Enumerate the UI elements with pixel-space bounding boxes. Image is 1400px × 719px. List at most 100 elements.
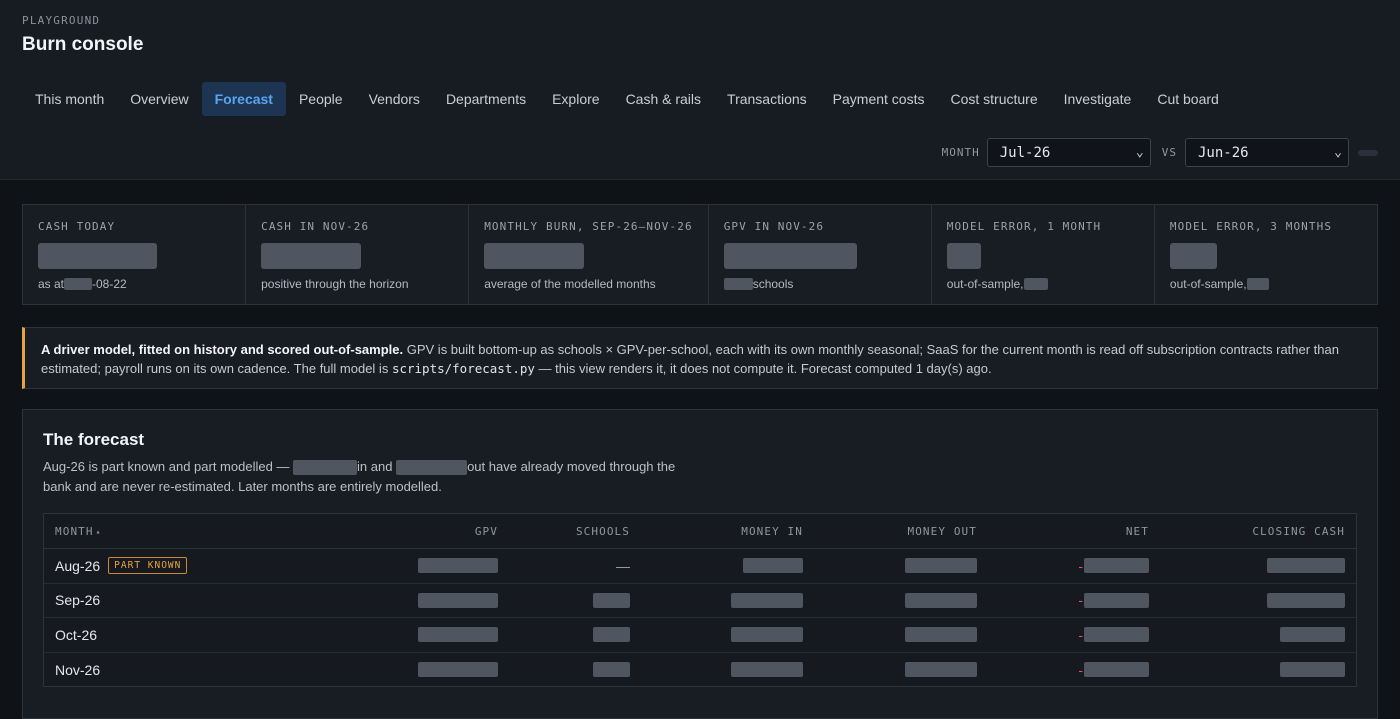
compare-month-select[interactable]: Jun-26 ⌄ bbox=[1185, 138, 1349, 167]
redacted-value bbox=[418, 558, 498, 574]
col-closing-cash: CLOSING CASH bbox=[1252, 524, 1345, 538]
row-month: Oct-26 bbox=[44, 627, 344, 643]
redacted-value bbox=[418, 627, 498, 643]
metric-card-cash-today: CASH TODAY as at -08-22 bbox=[23, 205, 247, 304]
options-toggle[interactable] bbox=[1358, 149, 1378, 156]
cell-money-in bbox=[630, 558, 803, 574]
redacted-value bbox=[731, 627, 803, 643]
negative-sign: - bbox=[1078, 592, 1083, 609]
tab-cash-rails[interactable]: Cash & rails bbox=[613, 82, 714, 116]
metric-value-redacted bbox=[723, 243, 857, 269]
metric-subtext: positive through the horizon bbox=[261, 277, 409, 291]
cell-money-in bbox=[630, 662, 803, 678]
negative-sign: - bbox=[1078, 557, 1083, 574]
redacted-value bbox=[418, 662, 498, 678]
cell-money-in bbox=[630, 627, 803, 643]
metric-subtext-post: schools bbox=[752, 277, 794, 291]
month-select-value: Jul-26 bbox=[999, 144, 1051, 161]
redacted-value bbox=[905, 662, 977, 678]
col-gpv: GPV bbox=[474, 524, 498, 538]
tab-cut-board[interactable]: Cut board bbox=[1144, 82, 1231, 116]
redacted-money-in bbox=[293, 460, 358, 476]
note-body-2: — this view renders it, it does not comp… bbox=[534, 361, 992, 376]
metric-value-redacted bbox=[261, 243, 362, 269]
cell-money-out bbox=[803, 592, 977, 608]
row-month-label: Oct-26 bbox=[55, 626, 98, 643]
col-money-in: MONEY IN bbox=[741, 524, 803, 538]
cell-money-out bbox=[803, 662, 977, 678]
redacted-value bbox=[731, 662, 803, 678]
tab-departments[interactable]: Departments bbox=[433, 82, 539, 116]
metric-cards: CASH TODAY as at -08-22 CASH IN NOV-26 p… bbox=[22, 204, 1378, 305]
negative-sign: - bbox=[1078, 626, 1083, 643]
metric-subtext-pre: out-of-sample, bbox=[946, 277, 1024, 291]
month-filters: MONTH Jul-26 ⌄ VS Jun-26 ⌄ bbox=[942, 138, 1378, 167]
cell-gpv bbox=[344, 592, 498, 608]
cell-closing-cash bbox=[1149, 592, 1345, 608]
tab-explore[interactable]: Explore bbox=[539, 82, 612, 116]
forecast-title: The forecast bbox=[43, 430, 145, 449]
metric-subtext-pre: out-of-sample, bbox=[1169, 277, 1247, 291]
cell-closing-cash bbox=[1149, 558, 1345, 574]
model-note: A driver model, fitted on history and sc… bbox=[22, 327, 1378, 389]
tab-transactions[interactable]: Transactions bbox=[714, 82, 820, 116]
metric-label: GPV IN NOV-26 bbox=[723, 220, 825, 233]
app-header: PLAYGROUND Burn console This month Overv… bbox=[0, 0, 1400, 180]
col-month-label: MONTH bbox=[55, 524, 94, 538]
redacted-value bbox=[1267, 592, 1345, 608]
metric-subtext: out-of-sample, bbox=[947, 277, 1139, 291]
redacted-money-out bbox=[396, 460, 468, 476]
redacted-year bbox=[64, 278, 93, 290]
metric-subtext: out-of-sample, bbox=[1170, 277, 1362, 291]
redacted-value bbox=[1084, 662, 1149, 678]
row-month-label: Nov-26 bbox=[55, 661, 101, 678]
row-month-label: Sep-26 bbox=[55, 592, 101, 609]
tab-forecast[interactable]: Forecast bbox=[201, 82, 286, 116]
tab-payment-costs[interactable]: Payment costs bbox=[820, 82, 938, 116]
cell-money-out bbox=[803, 558, 977, 574]
page-title: Burn console bbox=[22, 34, 144, 55]
row-month: Aug-26 PART KNOWN bbox=[44, 557, 344, 575]
metric-subtext: schools bbox=[723, 277, 916, 291]
tab-vendors[interactable]: Vendors bbox=[356, 82, 433, 116]
metric-label: CASH TODAY bbox=[38, 220, 116, 233]
redacted-value bbox=[1023, 278, 1048, 290]
col-net: NET bbox=[1125, 524, 1149, 538]
compare-month-select-value: Jun-26 bbox=[1198, 144, 1249, 161]
redacted-value bbox=[593, 627, 630, 643]
metric-value-redacted bbox=[1169, 243, 1217, 269]
redacted-school-count bbox=[723, 278, 753, 290]
metric-label: MODEL ERROR, 3 MONTHS bbox=[1169, 220, 1333, 233]
redacted-value bbox=[905, 558, 977, 574]
tab-overview[interactable]: Overview bbox=[117, 82, 201, 116]
cell-money-in bbox=[630, 592, 803, 608]
redacted-value bbox=[1246, 278, 1269, 290]
cell-gpv bbox=[344, 558, 498, 574]
metric-subtext-pre: as at bbox=[38, 277, 65, 291]
redacted-value bbox=[418, 592, 498, 608]
metric-card-monthly-burn: MONTHLY BURN, SEP-26–NOV-26 average of t… bbox=[469, 205, 709, 304]
metric-subtext-post: -08-22 bbox=[92, 277, 127, 291]
forecast-description: Aug-26 is part known and part modelled —… bbox=[43, 457, 703, 497]
col-month[interactable]: MONTH ▴ bbox=[44, 525, 344, 538]
nav-tabs: This month Overview Forecast People Vend… bbox=[22, 82, 1232, 116]
vs-label: VS bbox=[1161, 146, 1177, 159]
tab-cost-structure[interactable]: Cost structure bbox=[937, 82, 1050, 116]
tab-investigate[interactable]: Investigate bbox=[1051, 82, 1145, 116]
table-row: Aug-26 PART KNOWN — - bbox=[44, 549, 1356, 584]
metric-card-model-error-1m: MODEL ERROR, 1 MONTH out-of-sample, bbox=[932, 205, 1155, 304]
redacted-value bbox=[593, 592, 630, 608]
tab-people[interactable]: People bbox=[286, 82, 356, 116]
col-money-out: MONEY OUT bbox=[907, 524, 977, 538]
tab-this-month[interactable]: This month bbox=[22, 82, 117, 116]
cell-gpv bbox=[344, 627, 498, 643]
forecast-table: MONTH ▴ GPV SCHOOLS MONEY IN MONEY OUT NE… bbox=[43, 513, 1357, 687]
negative-sign: - bbox=[1078, 661, 1083, 678]
month-select[interactable]: Jul-26 ⌄ bbox=[986, 138, 1151, 167]
cell-money-out bbox=[803, 627, 977, 643]
metric-subtext: as at -08-22 bbox=[38, 277, 230, 291]
metric-label: CASH IN NOV-26 bbox=[261, 220, 370, 233]
app-eyebrow: PLAYGROUND bbox=[22, 14, 101, 27]
redacted-value bbox=[743, 558, 803, 574]
redacted-value bbox=[1280, 627, 1345, 643]
